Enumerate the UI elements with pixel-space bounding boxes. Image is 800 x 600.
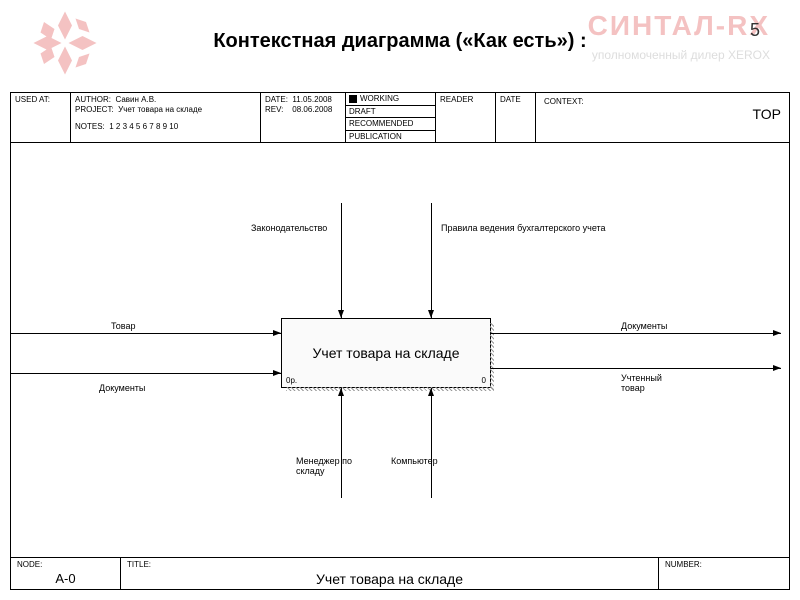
process-box: Учет товара на складе 0р. 0 xyxy=(281,318,491,388)
footer-row: NODE: A-0 TITLE: Учет товара на складе N… xyxy=(11,557,789,589)
diagram-canvas: Учет товара на складе 0р. 0 Товар Докуме… xyxy=(11,143,789,563)
header-used-at: USED AT: xyxy=(11,93,71,142)
input-2-label: Документы xyxy=(99,383,145,393)
output-1-label: Документы xyxy=(621,321,667,331)
status-marker-icon xyxy=(349,95,357,103)
mechanism-2-label: Компьютер xyxy=(391,456,438,466)
process-corner-right: 0 xyxy=(482,376,486,385)
page-title: Контекстная диаграмма («Как есть») : xyxy=(0,30,800,53)
footer-number: NUMBER: xyxy=(659,558,789,589)
header-context: CONTEXT: TOP xyxy=(536,93,789,142)
output-2-label: Учтенный товар xyxy=(621,373,681,393)
header-reader-date: DATE xyxy=(496,93,536,142)
input-1-label: Товар xyxy=(111,321,136,331)
header-reader: READER xyxy=(436,93,496,142)
process-name: Учет товара на складе xyxy=(313,345,460,361)
control-1-label: Законодательство xyxy=(251,223,327,233)
footer-title: TITLE: Учет товара на складе xyxy=(121,558,659,589)
idef0-frame: USED AT: AUTHOR: Савин А.В. PROJECT: Уче… xyxy=(10,92,790,590)
process-corner-left: 0р. xyxy=(286,376,297,385)
footer-node: NODE: A-0 xyxy=(11,558,121,589)
header-row: USED AT: AUTHOR: Савин А.В. PROJECT: Уче… xyxy=(11,93,789,143)
mechanism-1-label: Менеджер по складу xyxy=(296,456,366,476)
header-date-block: DATE: 11.05.2008 REV: 08.06.2008 xyxy=(261,93,346,142)
header-author-block: AUTHOR: Савин А.В. PROJECT: Учет товара … xyxy=(71,93,261,142)
control-2-label: Правила ведения бухгалтерского учета xyxy=(441,223,641,233)
header-status-block: WORKING DRAFT RECOMMENDED PUBLICATION xyxy=(346,93,436,142)
